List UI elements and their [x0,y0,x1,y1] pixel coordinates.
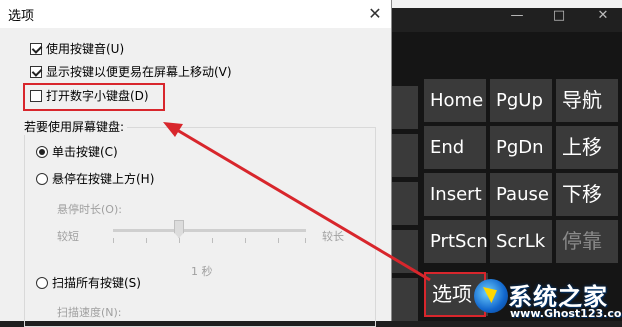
slider-tick [278,238,279,243]
minimize-icon[interactable]: — [502,8,532,23]
dialog-title: 选项 [8,9,35,24]
slider-tick [113,238,114,243]
slider-min-label: 较短 [57,230,79,243]
partial-key [392,182,418,225]
checkbox-checked-icon [30,43,42,55]
key-sound-checkbox[interactable]: 使用按键音(U) [30,41,124,57]
key-insert[interactable]: Insert [424,173,486,216]
checkbox-checked-icon [30,66,42,78]
usage-section-label: 若要使用屏幕键盘: [24,118,128,135]
partial-key [392,86,418,129]
key-pgdn[interactable]: PgDn [490,126,552,169]
site-watermark: 系统之家 www.Ghost123.com [470,277,622,321]
slider-max-label: 较长 [322,230,344,243]
partial-key [392,134,418,177]
options-dialog: 选项 ✕ 使用按键音(U) 显示按键以便更易在屏幕上移动(V) 打开数字小键盘(… [0,0,392,327]
click-keys-radio[interactable]: 单击按键(C) [36,144,118,160]
watermark-url: www.Ghost123.com [510,307,622,320]
hover-duration-label: 悬停时长(O): [57,203,122,216]
partial-key [392,278,418,321]
radio-unselected-icon [36,173,48,185]
hover-keys-radio[interactable]: 悬停在按键上方(H) [36,171,154,187]
watermark-logo-icon [474,279,508,313]
key-pgup[interactable]: PgUp [490,79,552,122]
show-keys-label: 显示按键以便更易在屏幕上移动(V) [46,65,232,79]
osk-close-icon[interactable]: ✕ [588,8,618,23]
slider-tick [245,238,246,243]
key-sound-label: 使用按键音(U) [46,42,125,56]
click-keys-label: 单击按键(C) [52,145,118,159]
close-button[interactable]: ✕ [363,2,387,26]
slider-tick [212,238,213,243]
key-home[interactable]: Home [424,79,486,122]
hover-duration-slider-track[interactable] [113,229,306,232]
background-window-strip [392,0,622,8]
slider-tick [305,238,306,243]
maximize-icon[interactable]: □ [544,8,574,23]
hover-keys-label: 悬停在按键上方(H) [52,172,155,186]
slider-tick [146,238,147,243]
key-end[interactable]: End [424,126,486,169]
scan-keys-radio[interactable]: 扫描所有按键(S) [36,275,141,291]
show-keys-checkbox[interactable]: 显示按键以便更易在屏幕上移动(V) [30,64,232,80]
dialog-title-bar: 选项 ✕ [0,0,391,28]
key-dock[interactable]: 停靠 [556,220,618,263]
radio-unselected-icon [36,277,48,289]
scan-speed-label: 扫描速度(N): [57,306,122,319]
key-move-up[interactable]: 上移 [556,126,618,169]
key-nav[interactable]: 导航 [556,79,618,122]
scan-keys-label: 扫描所有按键(S) [52,276,141,290]
numeric-keypad-highlight [23,83,165,111]
key-move-down[interactable]: 下移 [556,173,618,216]
slider-value-label: 1 秒 [191,265,213,278]
radio-selected-icon [36,146,48,158]
partial-key [392,230,418,273]
key-pause[interactable]: Pause [490,173,552,216]
key-prtscn[interactable]: PrtScn [424,220,488,263]
key-scrlk[interactable]: ScrLk [490,220,552,263]
slider-tick [179,238,180,243]
